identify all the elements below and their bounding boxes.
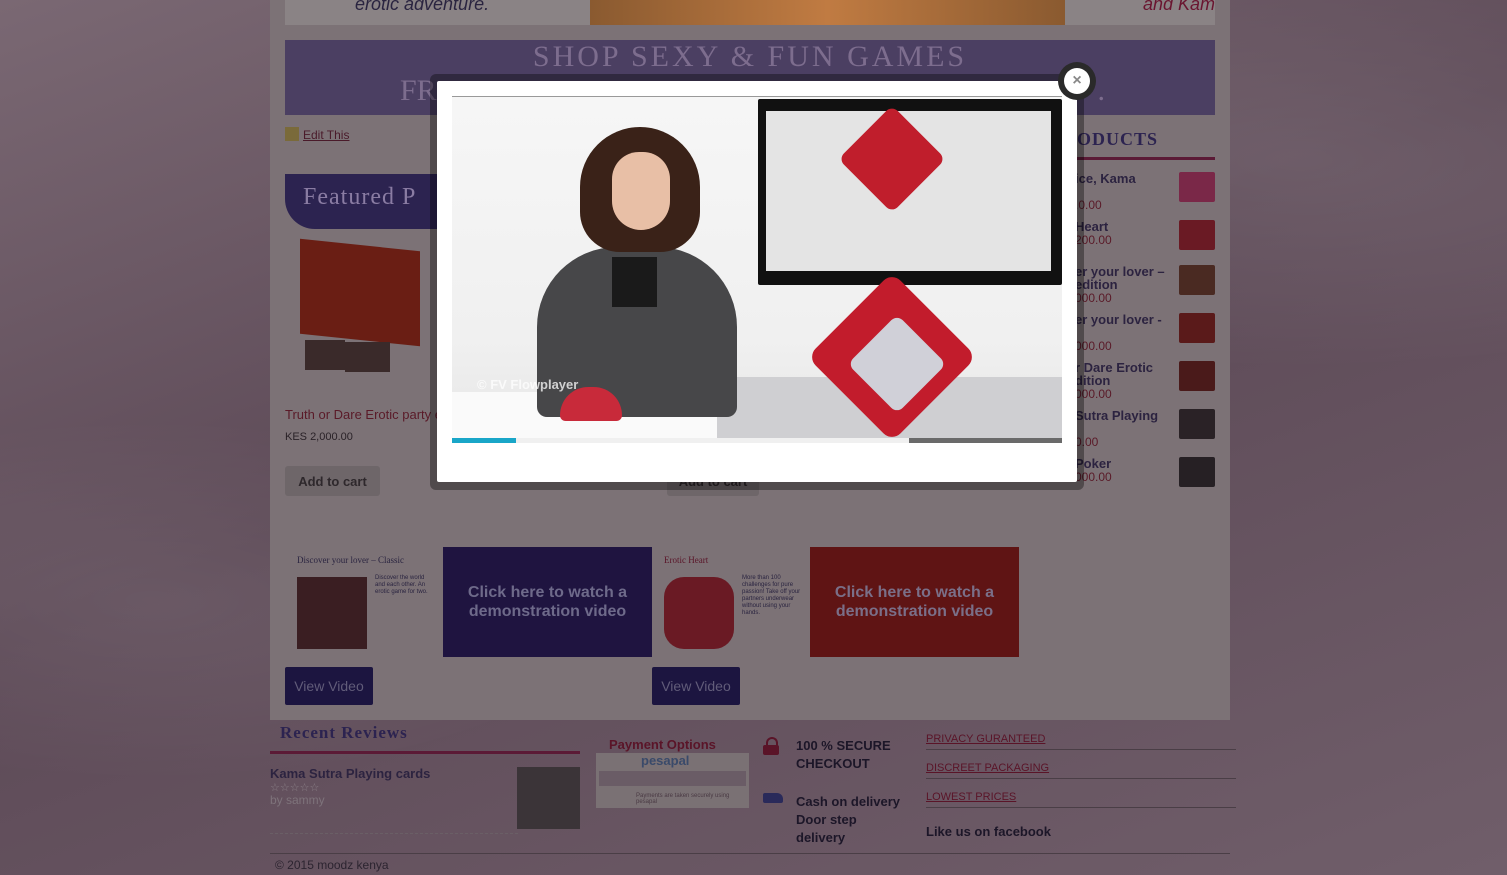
delivery-truck-icon xyxy=(763,793,783,803)
video-buffer-bar xyxy=(909,438,1062,443)
promo-blurb: Discover the world and each other. An er… xyxy=(375,575,428,595)
video-progress-track[interactable] xyxy=(452,438,909,443)
review-product-thumb[interactable] xyxy=(517,767,580,829)
divider xyxy=(270,833,518,834)
sidebar-product-thumb[interactable] xyxy=(1179,409,1215,439)
promo-title: Erotic Heart xyxy=(664,555,709,565)
edit-icon xyxy=(285,127,299,141)
secure-checkout-text: 100 % SECURE CHECKOUT xyxy=(796,738,891,771)
cash-on-delivery-text: Cash on delivery Door step delivery xyxy=(796,794,901,845)
top-banner-image xyxy=(590,0,1065,25)
sidebar-product-thumb[interactable] xyxy=(1179,172,1215,202)
product-card xyxy=(345,342,390,372)
sidebar-product-thumb[interactable] xyxy=(1179,457,1215,487)
view-video-button[interactable]: View Video xyxy=(652,667,740,705)
sidebar-product-thumb[interactable] xyxy=(1179,220,1215,250)
top-banner[interactable]: erotic adventure. and Kam xyxy=(285,0,1215,25)
pesapal-logo: pesapal xyxy=(641,753,690,768)
product-price: KES 2,000.00 xyxy=(285,431,353,443)
product-image[interactable] xyxy=(300,238,425,380)
copyright-text: © 2015 moodz kenya xyxy=(275,858,389,872)
review-author: by sammy xyxy=(270,793,325,807)
product-card xyxy=(305,340,345,370)
sidebar-product-name[interactable]: Poker xyxy=(1075,457,1170,470)
sidebar-product-name[interactable]: er your lover – edition xyxy=(1075,265,1170,291)
edit-this-label: Edit This xyxy=(303,128,350,142)
product-name-link[interactable]: Truth or Dare Erotic party e xyxy=(285,407,442,422)
recent-reviews-heading-text: Recent Reviews xyxy=(280,723,408,742)
sidebar-product-name[interactable]: r Dare Erotic dition xyxy=(1075,361,1170,387)
product-box xyxy=(300,238,420,347)
sidebar-product-thumb[interactable] xyxy=(1179,361,1215,391)
sidebar-product-thumb[interactable] xyxy=(1179,313,1215,343)
promo-box xyxy=(664,577,734,649)
promo-image-discover-your-lover[interactable]: Discover your lover – Classic Discover t… xyxy=(285,547,440,657)
close-icon: × xyxy=(1064,68,1090,94)
privacy-guaranteed-link[interactable]: PRIVACY GURANTEED xyxy=(926,733,1236,750)
lowest-prices-link[interactable]: LOWEST PRICES xyxy=(926,791,1236,808)
lock-icon xyxy=(763,737,779,755)
promo-title: Discover your lover – Classic xyxy=(297,555,404,565)
top-banner-right-text: and Kam xyxy=(1142,0,1215,14)
promo-image-erotic-heart[interactable]: Erotic Heart More than 100 challenges fo… xyxy=(652,547,807,657)
promo-blurb: More than 100 challenges for pure passio… xyxy=(742,575,801,616)
payment-cards-icon xyxy=(599,771,746,786)
video-player[interactable]: © FV Flowplayer xyxy=(452,97,1062,443)
top-banner-left-text: erotic adventure. xyxy=(355,0,490,14)
demo-video-link[interactable]: Click here to watch a demonstration vide… xyxy=(443,547,652,657)
view-video-button[interactable]: View Video xyxy=(285,667,373,705)
edit-this-link[interactable]: Edit This xyxy=(285,127,349,142)
add-to-cart-button[interactable]: Add to cart xyxy=(285,466,380,496)
video-progress-fill xyxy=(452,438,516,443)
review-product-link[interactable]: Kama Sutra Playing cards xyxy=(270,766,430,781)
sidebar-product-name[interactable]: Sutra Playing xyxy=(1075,409,1170,422)
video-modal: © FV Flowplayer xyxy=(437,81,1077,482)
featured-heading-text: Featured P xyxy=(303,184,417,210)
video-watermark: © FV Flowplayer xyxy=(477,377,579,392)
promo-box xyxy=(297,577,367,649)
payment-options-title: Payment Options xyxy=(609,737,716,752)
recent-reviews-heading: Recent Reviews xyxy=(270,723,580,754)
shop-banner-subtitle-end: . xyxy=(1097,74,1106,107)
products-heading-text: ODUCTS xyxy=(1077,129,1159,149)
payment-options-image: pesapal Payments are taken securely usin… xyxy=(596,753,749,808)
modal-close-button[interactable]: × xyxy=(1058,62,1096,100)
payment-note: Payments are taken securely using pesapa… xyxy=(636,793,730,805)
footer-divider xyxy=(270,853,1230,854)
sidebar-product-name[interactable]: ice, Kama xyxy=(1075,172,1170,185)
tv-screen xyxy=(758,99,1062,285)
discreet-packaging-link[interactable]: DISCREET PACKAGING xyxy=(926,762,1236,779)
sidebar-product-name[interactable]: Heart xyxy=(1075,220,1170,233)
sidebar-product-name[interactable]: er your lover - xyxy=(1075,313,1170,326)
sidebar-product-thumb[interactable] xyxy=(1179,265,1215,295)
demo-video-link[interactable]: Click here to watch a demonstration vide… xyxy=(810,547,1019,657)
facebook-like-text[interactable]: Like us on facebook xyxy=(926,824,1051,839)
